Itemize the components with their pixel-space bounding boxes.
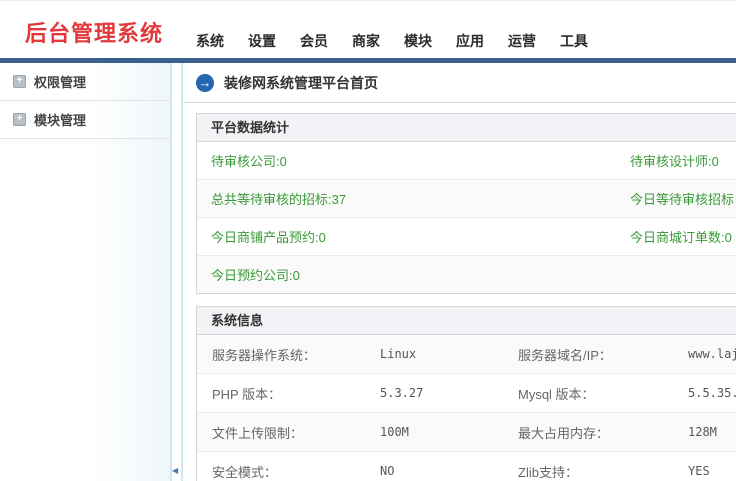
expand-plus-icon[interactable]: + — [13, 75, 26, 88]
system-info-panel: 系统信息 服务器操作系统： Linux 服务器域名/IP： www.laj PH… — [196, 306, 736, 481]
sysinfo-value: 100M — [380, 425, 518, 439]
sysinfo-label: 服务器操作系统： — [197, 345, 380, 364]
sysinfo-value: 5.5.35. — [688, 386, 736, 400]
sysinfo-row: 安全模式： NO Zlib支持： YES — [197, 452, 736, 481]
sysinfo-row: PHP 版本： 5.3.27 Mysql 版本： 5.5.35. — [197, 374, 736, 413]
page-title-row: → 装修网系统管理平台首页 — [183, 63, 736, 103]
page-title: 装修网系统管理平台首页 — [224, 73, 378, 93]
admin-window: 后台管理系统 系统 设置 会员 商家 模块 应用 运营 工具 + 权限管理 + … — [0, 0, 736, 481]
stat-row: 今日预约公司:0 — [197, 256, 736, 293]
stats-panel-title: 平台数据统计 — [197, 114, 736, 142]
stat-value: 总共等待审核的招标:37 — [197, 189, 630, 208]
stat-row: 总共等待审核的招标:37 今日等待审核招标 — [197, 180, 736, 218]
main-content: → 装修网系统管理平台首页 平台数据统计 待审核公司:0 待审核设计师:0 总共… — [183, 63, 736, 481]
sysinfo-label: Zlib支持： — [518, 462, 688, 481]
nav-item-system[interactable]: 系统 — [196, 31, 224, 51]
stat-row: 待审核公司:0 待审核设计师:0 — [197, 142, 736, 180]
sysinfo-value: 128M — [688, 425, 736, 439]
arrow-right-icon: → — [196, 74, 214, 92]
nav-item-apps[interactable]: 应用 — [456, 31, 484, 51]
sidebar-item-modules[interactable]: + 模块管理 — [0, 101, 170, 139]
stats-panel: 平台数据统计 待审核公司:0 待审核设计师:0 总共等待审核的招标:37 今日等… — [196, 113, 736, 294]
stat-value: 今日等待审核招标 — [630, 189, 734, 208]
sysinfo-value: www.laj — [688, 347, 736, 361]
stat-value: 今日商城订单数:0 — [630, 227, 732, 246]
collapse-arrow-icon[interactable]: ◀ — [172, 467, 178, 475]
sysinfo-value: NO — [380, 464, 518, 478]
sysinfo-label: 服务器域名/IP： — [518, 345, 688, 364]
app-logo: 后台管理系统 — [25, 16, 163, 48]
body-row: + 权限管理 + 模块管理 ◀ → 装修网系统管理平台首页 平台数据统计 待审核… — [0, 63, 736, 481]
sysinfo-label: 最大占用内存： — [518, 423, 688, 442]
sidebar-item-permissions[interactable]: + 权限管理 — [0, 63, 170, 101]
expand-plus-icon[interactable]: + — [13, 113, 26, 126]
sidebar-item-label: 权限管理 — [34, 72, 86, 91]
nav-item-members[interactable]: 会员 — [300, 31, 328, 51]
nav-item-tools[interactable]: 工具 — [560, 31, 588, 51]
sysinfo-value: 5.3.27 — [380, 386, 518, 400]
sysinfo-label: 文件上传限制： — [197, 423, 380, 442]
sysinfo-row: 服务器操作系统： Linux 服务器域名/IP： www.laj — [197, 335, 736, 374]
sidebar: + 权限管理 + 模块管理 — [0, 63, 170, 481]
stat-value: 待审核设计师:0 — [630, 151, 719, 170]
sidebar-splitter[interactable]: ◀ — [170, 63, 183, 481]
nav-item-settings[interactable]: 设置 — [248, 31, 276, 51]
sysinfo-value: Linux — [380, 347, 518, 361]
nav-item-operations[interactable]: 运营 — [508, 31, 536, 51]
nav-item-merchants[interactable]: 商家 — [352, 31, 380, 51]
stat-row: 今日商铺产品预约:0 今日商城订单数:0 — [197, 218, 736, 256]
stat-value: 今日预约公司:0 — [197, 265, 630, 284]
sysinfo-label: Mysql 版本： — [518, 384, 688, 403]
main-nav: 系统 设置 会员 商家 模块 应用 运营 工具 — [196, 31, 588, 51]
system-panel-title: 系统信息 — [197, 307, 736, 335]
stat-value: 待审核公司:0 — [197, 151, 630, 170]
sysinfo-label: 安全模式： — [197, 462, 380, 481]
sysinfo-label: PHP 版本： — [197, 384, 380, 403]
top-header: 后台管理系统 系统 设置 会员 商家 模块 应用 运营 工具 — [0, 0, 736, 58]
nav-item-modules[interactable]: 模块 — [404, 31, 432, 51]
stat-value: 今日商铺产品预约:0 — [197, 227, 630, 246]
sysinfo-row: 文件上传限制： 100M 最大占用内存： 128M — [197, 413, 736, 452]
sysinfo-value: YES — [688, 464, 736, 478]
sidebar-item-label: 模块管理 — [34, 110, 86, 129]
